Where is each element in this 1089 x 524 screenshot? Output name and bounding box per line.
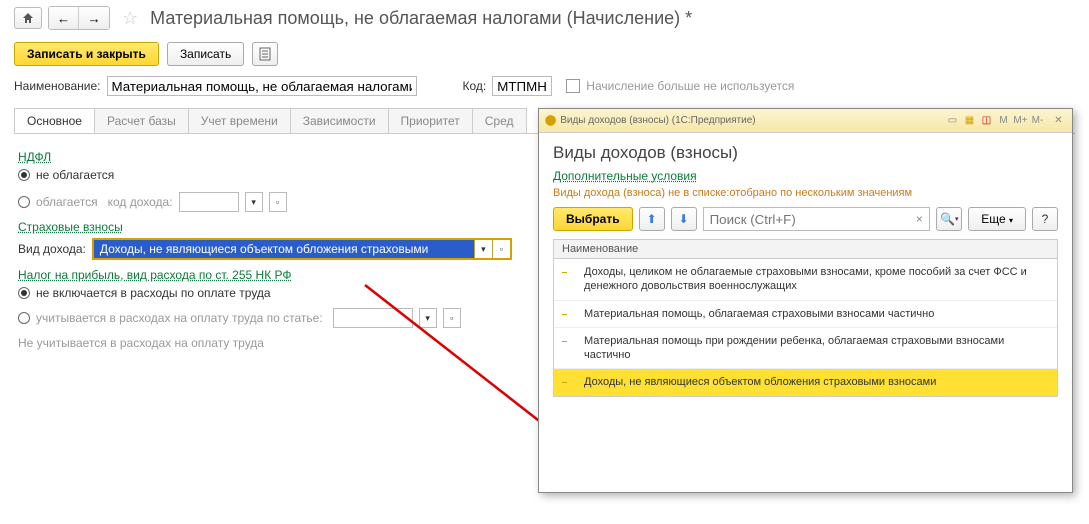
ndfl-radio-yes[interactable]	[18, 196, 30, 208]
name-input[interactable]	[107, 76, 417, 96]
profit-drop-icon[interactable]: ▾	[419, 308, 437, 328]
win-tool-3[interactable]: ◫	[979, 113, 994, 128]
dropdown-icon[interactable]: ▾	[474, 240, 492, 258]
popup-window: ⬤ Виды доходов (взносы) (1С:Предприятие)…	[538, 108, 1073, 493]
page-title: Материальная помощь, не облагаемая налог…	[150, 8, 692, 29]
tab-priority[interactable]: Приоритет	[388, 108, 473, 133]
item-icon: ⎯	[562, 375, 576, 389]
profit-article-input[interactable]	[333, 308, 413, 328]
win-tool-mm[interactable]: M-	[1030, 113, 1045, 128]
profit-radio-yes[interactable]	[18, 312, 30, 324]
search-field[interactable]: ×	[703, 207, 931, 231]
select-button[interactable]: Выбрать	[553, 207, 633, 231]
unused-checkbox[interactable]	[566, 79, 580, 93]
income-list: ⎯Доходы, целиком не облагаемые страховым…	[553, 259, 1058, 397]
ndfl-opt-yes: облагается	[36, 195, 98, 209]
income-type-field[interactable]: Доходы, не являющиеся объектом обложения…	[92, 238, 512, 260]
help-button[interactable]: ?	[1032, 207, 1058, 231]
tab-main[interactable]: Основное	[14, 108, 95, 133]
ndfl-code-label: код дохода:	[108, 195, 173, 209]
save-button[interactable]: Записать	[167, 42, 244, 66]
item-icon: ⎯	[562, 307, 576, 321]
list-item[interactable]: ⎯Доходы, целиком не облагаемые страховым…	[554, 259, 1057, 301]
clear-search-icon[interactable]: ×	[909, 212, 929, 226]
popup-win-title: Виды доходов (взносы) (1С:Предприятие)	[560, 115, 755, 126]
filter-text: Виды дохода (взноса) не в списке:отобран…	[553, 187, 1058, 199]
report-button[interactable]	[252, 42, 278, 66]
tab-deps[interactable]: Зависимости	[290, 108, 389, 133]
extra-conditions-link[interactable]: Дополнительные условия	[553, 169, 697, 183]
search-input[interactable]	[704, 208, 910, 230]
list-item[interactable]: ⎯Материальная помощь, облагаемая страхов…	[554, 301, 1057, 328]
open-ref-icon[interactable]: ▫	[492, 240, 510, 258]
tab-avg[interactable]: Сред	[472, 108, 527, 133]
list-item[interactable]: ⎯Материальная помощь при рождении ребенк…	[554, 328, 1057, 370]
favorite-icon[interactable]: ☆	[122, 8, 138, 29]
profit-opt-no: не включается в расходы по оплате труда	[36, 286, 271, 300]
ndfl-radio-no[interactable]	[18, 169, 30, 181]
win-tool-mp[interactable]: M+	[1013, 113, 1028, 128]
code-label: Код:	[463, 79, 487, 93]
income-type-value: Доходы, не являющиеся объектом обложения…	[94, 240, 474, 258]
popup-titlebar[interactable]: ⬤ Виды доходов (взносы) (1С:Предприятие)…	[539, 109, 1072, 133]
profit-opt-yes: учитывается в расходах на оплату труда п…	[36, 311, 323, 325]
list-header[interactable]: Наименование	[553, 239, 1058, 259]
down-button[interactable]: ⬇	[671, 207, 697, 231]
item-icon: ⎯	[562, 334, 576, 363]
win-tool-2[interactable]: ▦	[962, 113, 977, 128]
close-icon[interactable]: ✕	[1051, 113, 1066, 128]
save-close-button[interactable]: Записать и закрыть	[14, 42, 159, 66]
name-label: Наименование:	[14, 79, 101, 93]
tab-time[interactable]: Учет времени	[188, 108, 291, 133]
profit-radio-no[interactable]	[18, 287, 30, 299]
profit-open-icon[interactable]: ▫	[443, 308, 461, 328]
more-button[interactable]: Еще ▾	[968, 207, 1026, 231]
ndfl-drop-icon[interactable]: ▾	[245, 192, 263, 212]
ndfl-open-icon[interactable]: ▫	[269, 192, 287, 212]
nav-arrows: ← →	[48, 6, 110, 30]
back-button[interactable]: ←	[49, 7, 79, 29]
tab-base[interactable]: Расчет базы	[94, 108, 189, 133]
code-input[interactable]	[492, 76, 552, 96]
popup-title: Виды доходов (взносы)	[553, 143, 1058, 163]
win-tool-m[interactable]: M	[996, 113, 1011, 128]
app-icon: ⬤	[545, 115, 556, 126]
win-tool-1[interactable]: ▭	[945, 113, 960, 128]
search-button[interactable]: 🔍▾	[936, 207, 962, 231]
unused-label: Начисление больше не используется	[586, 79, 794, 93]
ndfl-opt-no: не облагается	[36, 168, 114, 182]
ndfl-code-input[interactable]	[179, 192, 239, 212]
up-button[interactable]: ⬆	[639, 207, 665, 231]
forward-button[interactable]: →	[79, 7, 109, 29]
list-item-selected[interactable]: ⎯Доходы, не являющиеся объектом обложени…	[554, 369, 1057, 395]
income-type-label: Вид дохода:	[18, 242, 86, 256]
item-icon: ⎯	[562, 265, 576, 294]
home-button[interactable]	[14, 7, 42, 29]
